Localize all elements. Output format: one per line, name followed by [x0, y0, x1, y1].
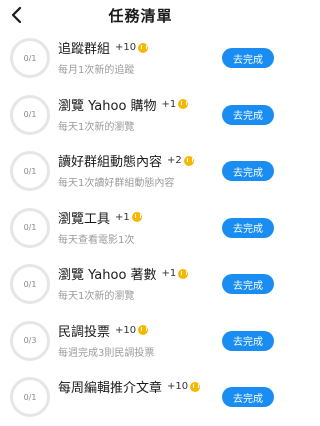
task-points: +1 [115, 211, 130, 223]
coin-icon [138, 325, 149, 335]
task-name: 瀏覽工具 [58, 211, 111, 227]
coin-icon [131, 212, 142, 222]
go-complete-button[interactable]: 去完成 [222, 217, 274, 238]
progress-ring: 0/1 [10, 264, 50, 304]
go-complete-button[interactable]: 去完成 [222, 48, 274, 68]
task-row: 0/1 讀好群組動態內容 +2 每天1次讀好群組動態內容 去完成 [0, 143, 281, 200]
task-title: 民調投票 +10 [58, 321, 149, 340]
progress-ring: 0/1 [10, 151, 50, 191]
progress-ring: 0/1 [10, 207, 50, 248]
task-points: +10 [115, 42, 137, 53]
go-complete-button[interactable]: 去完成 [222, 274, 274, 294]
task-title: 追蹤群組 +10 [58, 38, 149, 57]
page-title: 任務清單 [108, 7, 173, 25]
coin-icon [138, 42, 149, 53]
task-description: 每天1次讀好群組動態內容 [58, 178, 175, 189]
task-description: 每天查看電影1次 [58, 234, 135, 246]
task-title: 讀好群組動態內容 +2 [58, 151, 194, 170]
task-list: 0/1 追蹤群組 +10 每月1次新的追蹤 去完成 0/1 瀏覽 Yahoo 購… [0, 30, 281, 426]
task-description: 每天1次新的瀏覽 [58, 121, 135, 133]
task-points: +1 [161, 98, 177, 110]
task-title: 每周編輯推介文章 +10 [58, 377, 201, 396]
task-name: 民調投票 [58, 324, 111, 340]
progress-ring: 0/3 [10, 320, 50, 361]
progress-ring: 0/1 [10, 377, 50, 417]
go-complete-button[interactable]: 去完成 [222, 161, 274, 181]
task-points: +10 [167, 381, 189, 392]
task-description: 每月1次新的追蹤 [58, 65, 135, 76]
coin-icon [183, 155, 194, 166]
task-title: 瀏覽 Yahoo 購物 +1 [58, 95, 189, 114]
task-name: 每周編輯推介文章 [58, 381, 163, 396]
coin-icon [178, 268, 189, 279]
task-row: 0/1 每周編輯推介文章 +10 去完成 [0, 369, 281, 426]
task-row: 0/1 追蹤群組 +10 每月1次新的追蹤 去完成 [0, 30, 281, 87]
task-name: 讀好群組動態內容 [58, 155, 163, 170]
go-complete-button[interactable]: 去完成 [222, 104, 274, 125]
task-name: 瀏覽 Yahoo 著數 [58, 268, 157, 283]
header-bar: 任務清單 [0, 0, 281, 30]
coin-icon [190, 381, 201, 392]
task-title: 瀏覽 Yahoo 著數 +1 [58, 264, 189, 283]
progress-ring: 0/1 [10, 38, 50, 78]
task-points: +1 [161, 268, 177, 279]
task-description: 每天1次新的瀏覽 [58, 291, 135, 302]
task-description: 每週完成3則民調投票 [58, 347, 155, 359]
task-name: 瀏覽 Yahoo 購物 [58, 98, 157, 114]
task-title: 瀏覽工具 +1 [58, 208, 142, 227]
progress-ring: 0/1 [10, 94, 50, 135]
task-row: 0/1 瀏覽 Yahoo 購物 +1 每天1次新的瀏覽 去完成 [0, 87, 281, 144]
go-complete-button[interactable]: 去完成 [222, 387, 274, 407]
task-points: +2 [167, 155, 182, 166]
task-name: 追蹤群組 [58, 42, 111, 57]
task-row: 0/3 民調投票 +10 每週完成3則民調投票 去完成 [0, 313, 281, 370]
task-points: +10 [115, 324, 137, 336]
go-complete-button[interactable]: 去完成 [222, 330, 274, 351]
task-row: 0/1 瀏覽 Yahoo 著數 +1 每天1次新的瀏覽 去完成 [0, 256, 281, 313]
task-row: 0/1 瀏覽工具 +1 每天查看電影1次 去完成 [0, 200, 281, 257]
coin-icon [178, 99, 189, 109]
